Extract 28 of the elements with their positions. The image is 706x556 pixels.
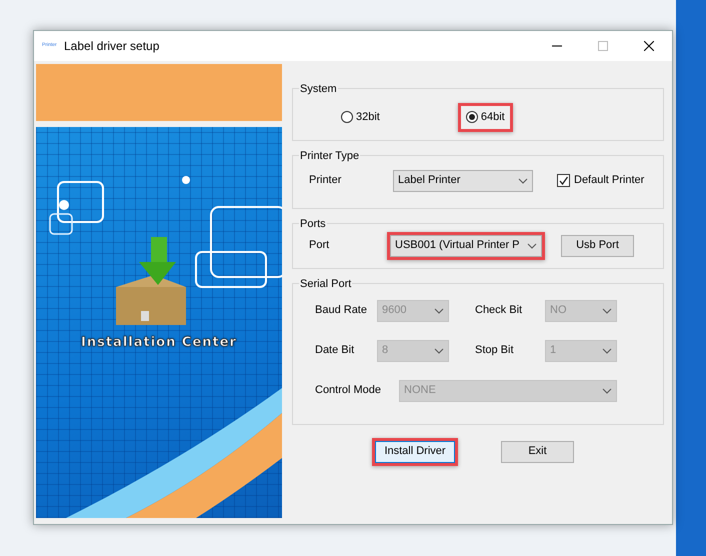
radio-option[interactable]: 64bit bbox=[458, 103, 513, 132]
chevron-down-icon bbox=[434, 348, 444, 354]
group-title: System bbox=[299, 81, 338, 98]
default-printer-checkbox[interactable]: Default Printer bbox=[557, 172, 644, 189]
field-label: Control Mode bbox=[315, 383, 382, 398]
dialog-button[interactable]: Install Driver bbox=[375, 440, 455, 462]
chevron-down-icon bbox=[518, 178, 528, 184]
port-dropdown[interactable]: USB001 (Virtual Printer P bbox=[390, 234, 542, 256]
chevron-down-icon bbox=[434, 308, 444, 314]
field-label: Check Bit bbox=[475, 303, 524, 318]
field-label: Baud Rate bbox=[315, 303, 368, 318]
banner-caption: Installation Center bbox=[81, 334, 237, 352]
maximize-icon bbox=[598, 41, 608, 51]
dialog-button[interactable]: Exit bbox=[501, 440, 574, 462]
field-label: Date Bit bbox=[315, 343, 356, 358]
chevron-down-icon bbox=[602, 348, 612, 354]
close-icon bbox=[644, 41, 654, 51]
radio-option[interactable]: 32bit bbox=[333, 103, 388, 132]
chevron-down-icon bbox=[527, 242, 537, 248]
window-title: Label driver setup bbox=[64, 38, 160, 55]
chevron-down-icon bbox=[602, 388, 612, 394]
printer-label: Printer bbox=[308, 173, 342, 188]
chevron-down-icon bbox=[602, 308, 612, 314]
printer-dropdown[interactable]: Label Printer bbox=[393, 170, 533, 192]
port-label: Port bbox=[308, 238, 330, 254]
field-label: Stop Bit bbox=[475, 343, 515, 358]
checkmark-icon bbox=[558, 175, 569, 186]
usb-port-button[interactable]: Usb Port bbox=[561, 234, 634, 256]
